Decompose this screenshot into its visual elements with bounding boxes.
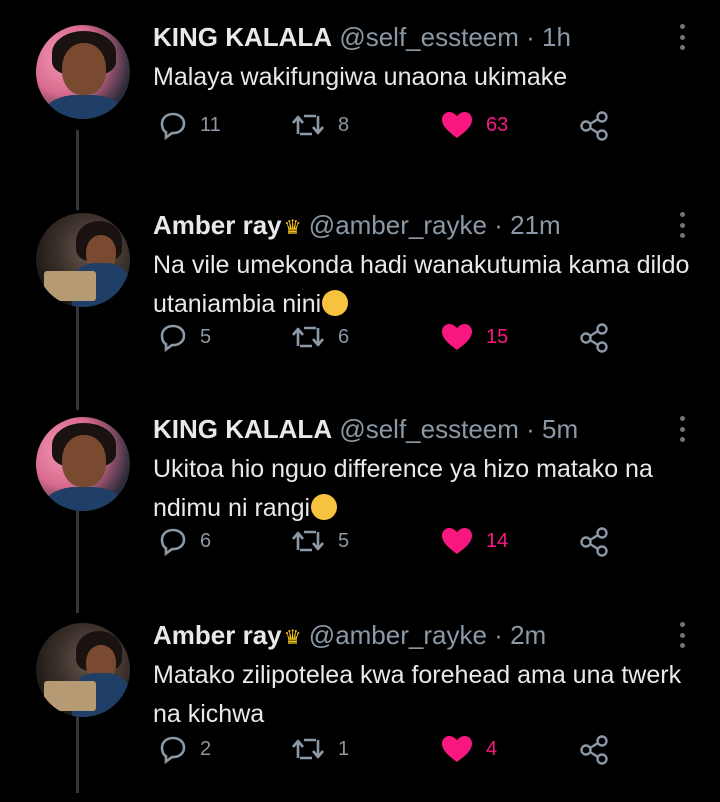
like-count: 14: [486, 529, 509, 552]
reply-icon: [160, 736, 186, 764]
timestamp[interactable]: 2m: [510, 620, 546, 650]
retweet-count: 8: [338, 113, 350, 136]
heart-icon: [442, 112, 472, 138]
retweet-icon: [292, 326, 324, 348]
tweet-text: Ukitoa hio nguo difference ya hizo matak…: [153, 455, 653, 522]
share-icon: [580, 735, 608, 765]
share-button[interactable]: [578, 734, 610, 766]
reply-icon: [160, 528, 186, 556]
like-count: 15: [486, 325, 509, 348]
heart-icon: [442, 324, 472, 350]
like-count: 63: [486, 113, 509, 136]
reply-count: 5: [200, 325, 212, 348]
heart-icon: [442, 736, 472, 762]
retweet-icon: [292, 738, 324, 760]
more-options-icon[interactable]: [678, 212, 686, 238]
reply-icon: [160, 112, 186, 140]
tweet-header: Amber ray ♛ @amber_rayke · 2m: [153, 620, 547, 650]
tweet-actions: 5 6 15: [158, 322, 618, 362]
share-button[interactable]: [578, 526, 610, 558]
retweet-button[interactable]: 5: [290, 526, 349, 556]
tweet-header: KING KALALA @self_essteem · 1h: [153, 22, 571, 52]
display-name[interactable]: KING KALALA: [153, 22, 332, 52]
handle[interactable]: @amber_rayke: [309, 620, 487, 650]
tweet-actions: 11 8 63: [158, 110, 618, 150]
retweet-button[interactable]: 8: [290, 110, 349, 140]
retweet-button[interactable]: 6: [290, 322, 349, 352]
heart-icon: [442, 528, 472, 554]
tweet-text: Malaya wakifungiwa unaona ukimake: [153, 63, 568, 91]
tweet-actions: 2 1 4: [158, 734, 618, 774]
like-button[interactable]: 14: [440, 526, 508, 556]
display-name[interactable]: KING KALALA: [153, 414, 332, 444]
tweet[interactable]: Amber ray ♛ @amber_rayke · 2m Matako zili…: [0, 598, 720, 802]
display-name[interactable]: Amber ray: [153, 210, 282, 240]
smirking-face-icon: [322, 290, 349, 316]
tweet-header: KING KALALA @self_essteem · 5m: [153, 414, 579, 444]
like-button[interactable]: 63: [440, 110, 508, 140]
reply-button[interactable]: 5: [158, 322, 211, 352]
disappointed-face-icon: [311, 494, 338, 520]
tweet[interactable]: Amber ray ♛ @amber_rayke · 21m Na vile um…: [0, 188, 720, 392]
handle[interactable]: @self_essteem: [339, 414, 519, 444]
avatar[interactable]: [36, 623, 130, 717]
reply-button[interactable]: 2: [158, 734, 211, 764]
crown-emoji-icon: ♛: [283, 217, 302, 239]
retweet-count: 6: [338, 325, 350, 348]
tweet-text: Matako zilipotelea kwa forehead ama una …: [153, 661, 682, 728]
crown-emoji-icon: ♛: [283, 627, 302, 649]
tweet-text: Na vile umekonda hadi wanakutumia kama d…: [153, 251, 690, 318]
reply-button[interactable]: 11: [158, 110, 221, 140]
reply-count: 6: [200, 529, 212, 552]
more-options-icon[interactable]: [678, 622, 686, 648]
avatar[interactable]: [36, 25, 130, 119]
avatar[interactable]: [36, 213, 130, 307]
tweet[interactable]: KING KALALA @self_essteem · 5m Ukitoa hi…: [0, 392, 720, 596]
timestamp[interactable]: 1h: [542, 22, 571, 52]
share-icon: [580, 527, 608, 557]
more-options-icon[interactable]: [678, 24, 686, 50]
retweet-icon: [292, 530, 324, 552]
retweet-button[interactable]: 1: [290, 734, 349, 764]
retweet-count: 1: [338, 737, 350, 760]
handle[interactable]: @amber_rayke: [309, 210, 487, 240]
more-options-icon[interactable]: [678, 416, 686, 442]
display-name[interactable]: Amber ray: [153, 620, 282, 650]
tweet-actions: 6 5 14: [158, 526, 618, 566]
handle[interactable]: @self_essteem: [339, 22, 519, 52]
reply-icon: [160, 324, 186, 352]
retweet-icon: [292, 114, 324, 136]
tweet-header: Amber ray ♛ @amber_rayke · 21m: [153, 210, 561, 240]
reply-count: 2: [200, 737, 212, 760]
reply-count: 11: [200, 113, 221, 136]
like-button[interactable]: 4: [440, 734, 497, 764]
avatar[interactable]: [36, 417, 130, 511]
retweet-count: 5: [338, 529, 350, 552]
timestamp[interactable]: 21m: [510, 210, 561, 240]
like-button[interactable]: 15: [440, 322, 508, 352]
tweet[interactable]: KING KALALA @self_essteem · 1h Malaya wa…: [0, 0, 720, 204]
reply-button[interactable]: 6: [158, 526, 211, 556]
share-icon: [580, 111, 608, 141]
like-count: 4: [486, 737, 498, 760]
timestamp[interactable]: 5m: [542, 414, 578, 444]
share-icon: [580, 323, 608, 353]
share-button[interactable]: [578, 110, 610, 142]
share-button[interactable]: [578, 322, 610, 354]
